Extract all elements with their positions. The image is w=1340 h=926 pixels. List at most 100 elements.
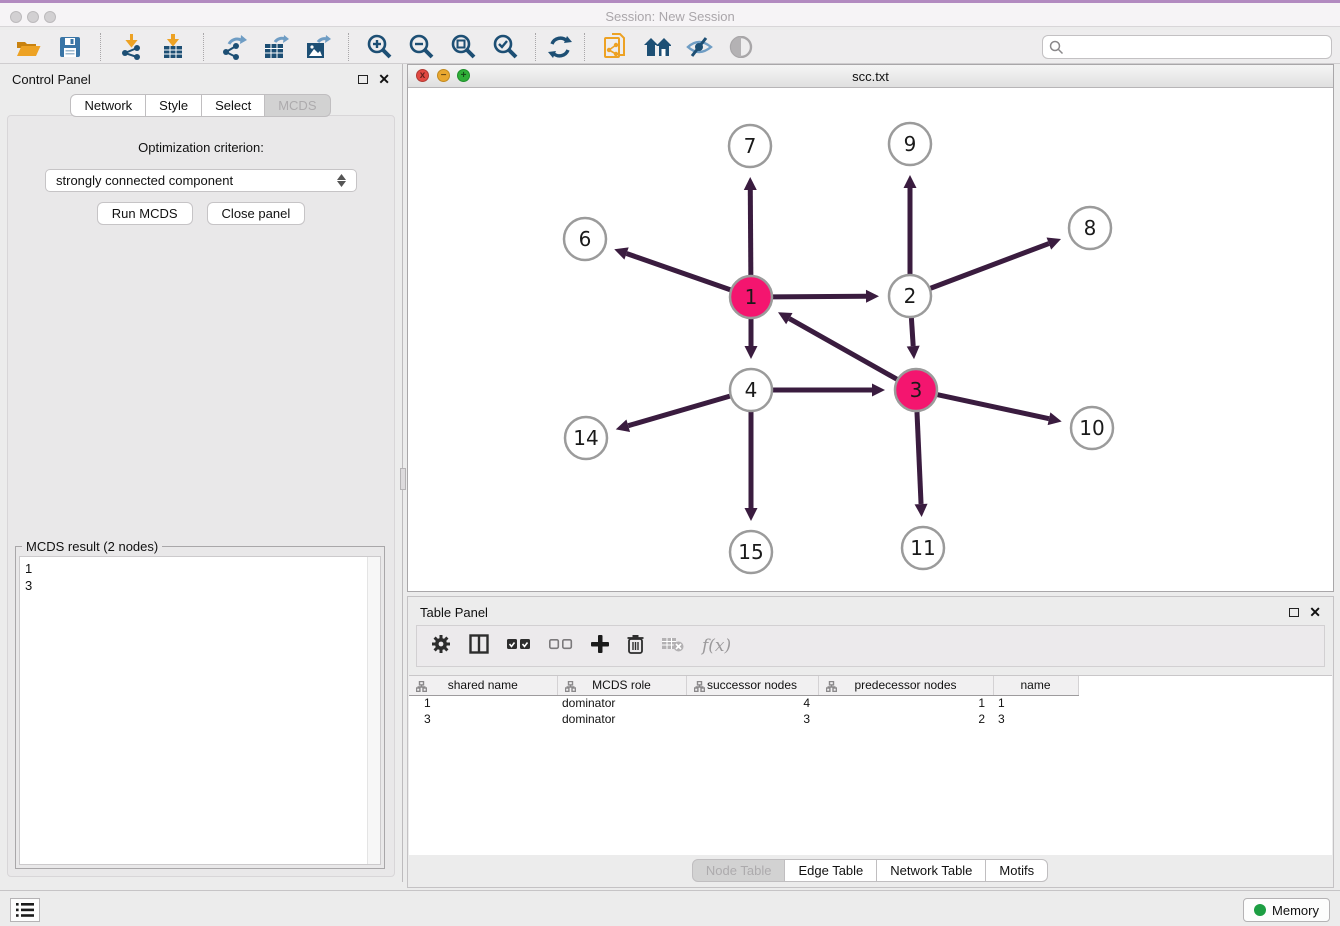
float-table-panel-icon[interactable] [1289, 608, 1299, 617]
column-header-name[interactable]: name [993, 676, 1078, 695]
cell-name[interactable]: 3 [993, 711, 1078, 727]
result-line: 3 [25, 577, 380, 594]
clone-network-icon[interactable] [601, 33, 629, 61]
edge-arrowhead [866, 290, 879, 303]
cell-shared-name[interactable]: 3 [409, 711, 557, 727]
save-session-icon[interactable] [56, 33, 84, 61]
edge-arrowhead [907, 346, 920, 359]
zoom-in-icon[interactable] [365, 33, 393, 61]
open-session-icon[interactable] [14, 33, 42, 61]
first-neighbors-icon[interactable] [643, 33, 671, 61]
control-panel: Control Panel ✕ NetworkStyleSelectMCDS O… [0, 64, 403, 882]
float-panel-icon[interactable] [358, 75, 368, 84]
column-header-shared-name[interactable]: shared name [409, 676, 557, 695]
search-input[interactable] [1042, 35, 1332, 59]
node-label-8: 8 [1084, 216, 1097, 240]
deselect-checks-icon[interactable] [549, 637, 573, 655]
export-image-icon[interactable] [304, 33, 332, 61]
zoom-fit-icon[interactable] [449, 33, 477, 61]
import-network-icon[interactable] [117, 33, 145, 61]
close-panel-icon[interactable]: ✕ [378, 72, 390, 86]
search-icon [1049, 40, 1064, 60]
select-all-checks-icon[interactable] [507, 637, 531, 655]
table-tab-network-table[interactable]: Network Table [876, 859, 986, 882]
splitter-grip[interactable] [400, 468, 406, 490]
edge-2-3[interactable] [911, 318, 913, 346]
column-layout-icon[interactable] [469, 634, 489, 659]
criterion-select[interactable]: strongly connected component [45, 169, 357, 192]
column-header-predecessor-nodes[interactable]: predecessor nodes [818, 676, 993, 695]
delete-column-icon[interactable] [627, 634, 644, 659]
toolbar-separator [203, 33, 204, 61]
network-canvas[interactable]: 7968124314101511 [409, 89, 1333, 592]
edge-4-14[interactable] [628, 396, 730, 426]
import-table-icon[interactable] [159, 33, 187, 61]
mcds-result-text[interactable]: 13 [19, 556, 381, 865]
node-table-grid[interactable]: shared nameMCDS rolesuccessor nodesprede… [409, 676, 1079, 727]
edge-arrowhead [614, 247, 628, 259]
task-history-button[interactable] [10, 898, 40, 922]
edge-arrowhead [904, 175, 917, 188]
zoom-selected-icon[interactable] [491, 33, 519, 61]
cell-predecessor-nodes[interactable]: 2 [818, 711, 993, 727]
close-table-panel-icon[interactable]: ✕ [1309, 605, 1321, 619]
export-table-icon[interactable] [262, 33, 290, 61]
column-header-MCDS-role[interactable]: MCDS role [557, 676, 686, 695]
table-tab-motifs[interactable]: Motifs [985, 859, 1048, 882]
cell-successor-nodes[interactable]: 3 [686, 711, 818, 727]
tab-select[interactable]: Select [201, 94, 265, 117]
zoom-out-icon[interactable] [407, 33, 435, 61]
edge-3-10[interactable] [938, 395, 1049, 419]
hierarchy-icon [565, 681, 576, 695]
edge-arrowhead [745, 508, 758, 521]
edge-3-11[interactable] [917, 412, 921, 504]
close-panel-button[interactable]: Close panel [207, 202, 306, 225]
table-tab-node-table[interactable]: Node Table [692, 859, 786, 882]
optimization-criterion-label: Optimization criterion: [8, 140, 394, 155]
edge-arrowhead [872, 384, 885, 397]
search-box [1042, 35, 1332, 59]
edge-arrowhead [744, 177, 757, 190]
tab-style[interactable]: Style [145, 94, 202, 117]
node-label-14: 14 [573, 426, 598, 450]
cell-MCDS-role[interactable]: dominator [557, 695, 686, 711]
tab-mcds[interactable]: MCDS [264, 94, 330, 117]
edge-1-6[interactable] [627, 254, 731, 290]
table-row[interactable]: 3dominator323 [409, 711, 1078, 727]
network-window: x − + scc.txt 7968124314101511 [407, 64, 1334, 592]
run-mcds-button[interactable]: Run MCDS [97, 202, 193, 225]
cell-name[interactable]: 1 [993, 695, 1078, 711]
node-label-4: 4 [745, 378, 758, 402]
show-hide-icon[interactable] [685, 33, 713, 61]
mcds-result-group: MCDS result (2 nodes) 13 [15, 546, 385, 869]
tab-network[interactable]: Network [70, 94, 146, 117]
export-network-icon[interactable] [220, 33, 248, 61]
network-window-title: scc.txt [408, 69, 1333, 84]
memory-button[interactable]: Memory [1243, 898, 1330, 922]
result-scrollbar[interactable] [367, 557, 380, 864]
cell-predecessor-nodes[interactable]: 1 [818, 695, 993, 711]
hierarchy-icon [694, 681, 705, 695]
cell-shared-name[interactable]: 1 [409, 695, 557, 711]
cell-successor-nodes[interactable]: 4 [686, 695, 818, 711]
cell-MCDS-role[interactable]: dominator [557, 711, 686, 727]
network-window-titlebar[interactable]: x − + scc.txt [408, 65, 1333, 88]
edge-1-2[interactable] [773, 296, 866, 297]
refresh-icon[interactable] [546, 33, 574, 61]
toolbar-separator [584, 33, 585, 61]
node-label-9: 9 [904, 132, 917, 156]
toolbar-separator [348, 33, 349, 61]
column-header-successor-nodes[interactable]: successor nodes [686, 676, 818, 695]
table-tab-edge-table[interactable]: Edge Table [784, 859, 877, 882]
table-panel-title: Table Panel [420, 605, 488, 620]
edge-1-7[interactable] [750, 190, 751, 275]
settings-gear-icon[interactable] [431, 634, 451, 659]
node-label-2: 2 [904, 284, 917, 308]
node-label-10: 10 [1079, 416, 1104, 440]
edge-2-8[interactable] [931, 244, 1049, 289]
node-label-6: 6 [579, 227, 592, 251]
table-tabs: Node TableEdge TableNetwork TableMotifs [408, 859, 1333, 882]
add-column-icon[interactable] [591, 635, 609, 658]
edge-3-1[interactable] [789, 319, 897, 380]
table-row[interactable]: 1dominator411 [409, 695, 1078, 711]
